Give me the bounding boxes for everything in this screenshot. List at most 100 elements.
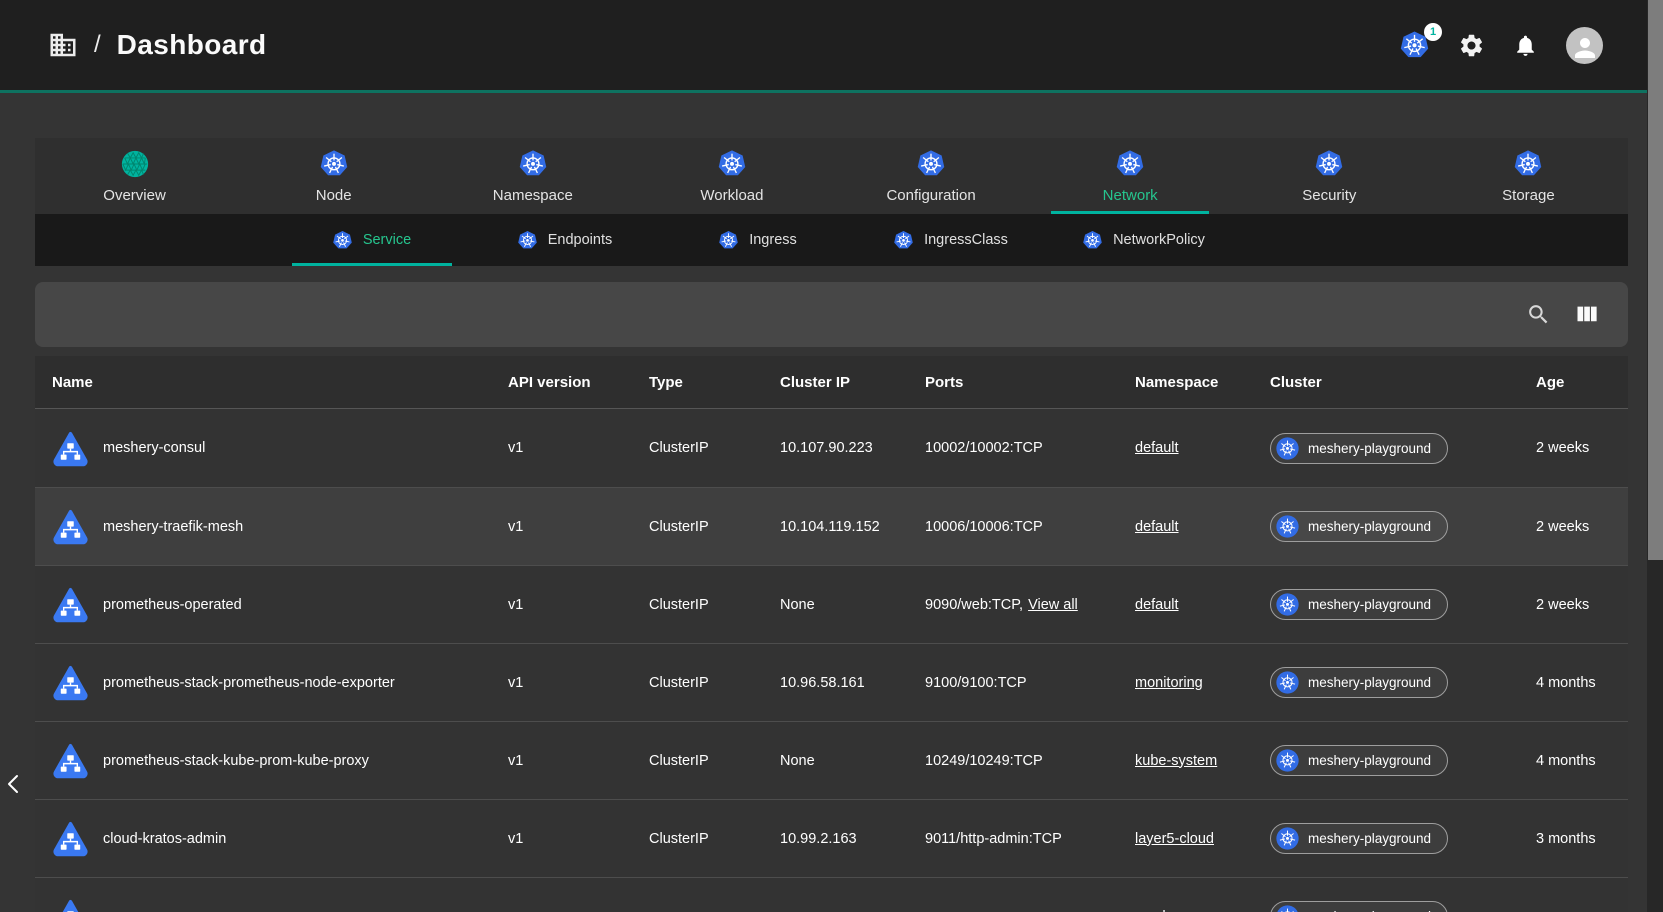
building-icon[interactable] [48,30,78,60]
chevron-left-icon [3,772,23,796]
cluster-chip[interactable]: meshery-playground [1270,433,1448,464]
cluster-chip[interactable]: meshery-playground [1270,901,1448,912]
cluster-name: meshery-playground [1308,831,1431,846]
service-name: prometheus-stack-prometheus-node-exporte… [103,675,395,691]
subtab-networkpolicy[interactable]: NetworkPolicy [1047,214,1240,266]
cell-ports: 10002/10002:TCP [925,440,1135,456]
cell-cluster: meshery-playground [1270,589,1536,620]
breadcrumb: / Dashboard [48,29,267,61]
namespace-link[interactable]: default [1135,440,1179,456]
service-icon [52,898,89,912]
column-header-name[interactable]: Name [35,374,508,391]
tab-namespace[interactable]: Namespace [433,138,632,214]
vertical-scrollbar [1647,0,1663,912]
column-header-type[interactable]: Type [649,374,780,391]
namespace-link[interactable]: monitoring [1135,675,1203,691]
namespace-link[interactable]: meshery [1135,909,1191,912]
kubernetes-icon [518,149,548,179]
table-row[interactable]: prometheus-stack-kube-prom-kube-proxy v1… [35,721,1628,799]
tab-network[interactable]: Network [1031,138,1230,214]
subtab-label: Endpoints [548,232,613,248]
kubernetes-context-button[interactable]: 1 [1399,30,1430,61]
cell-cluster-ip: 10.99.2.163 [780,831,925,847]
cell-cluster: meshery-playground [1270,745,1536,776]
service-icon [52,586,89,623]
namespace-link[interactable]: layer5-cloud [1135,831,1214,847]
network-subtabs: Service Endpoints Ingress IngressClass N… [35,214,1628,266]
cell-cluster: meshery-playground [1270,901,1536,912]
ports-value: 9011/http-admin:TCP [925,831,1062,847]
cluster-chip[interactable]: meshery-playground [1270,667,1448,698]
column-header-cluster-ip[interactable]: Cluster IP [780,374,925,391]
ports-value: 10249/10249:TCP [925,753,1043,769]
cell-age: 2 weeks [1536,440,1628,456]
cell-type: ClusterIP [649,597,780,613]
resource-tabs-card: Overview Node Namespace Workload Configu… [35,138,1628,266]
column-header-age[interactable]: Age [1536,374,1628,391]
column-header-api-version[interactable]: API version [508,374,649,391]
table-row[interactable]: meshery-traefik-mesh v1 ClusterIP 10.104… [35,487,1628,565]
table-row[interactable]: prometheus-stack-prometheus-node-exporte… [35,643,1628,721]
cluster-chip[interactable]: meshery-playground [1270,823,1448,854]
breadcrumb-separator: / [94,31,101,59]
tab-overview[interactable]: Overview [35,138,234,214]
column-header-cluster[interactable]: Cluster [1270,374,1536,391]
tab-workload[interactable]: Workload [632,138,831,214]
column-header-namespace[interactable]: Namespace [1135,374,1270,391]
service-name: prometheus-operated [103,597,242,613]
scrollbar-thumb[interactable] [1648,0,1663,560]
notifications-button[interactable] [1513,33,1538,58]
subtab-label: Service [363,232,411,248]
tab-security[interactable]: Security [1230,138,1429,214]
table-header-row: Name API version Type Cluster IP Ports N… [35,356,1628,409]
kubernetes-icon [1276,515,1299,538]
cluster-chip[interactable]: meshery-playground [1270,589,1448,620]
namespace-link[interactable]: default [1135,519,1179,535]
cluster-chip[interactable]: meshery-playground [1270,511,1448,542]
ports-value: 10002/10002:TCP [925,440,1043,456]
table-row[interactable]: meshery-consul v1 ClusterIP 10.107.90.22… [35,409,1628,487]
kubernetes-icon [1276,671,1299,694]
column-view-button[interactable] [1573,301,1600,328]
cell-ports: 9011/http-admin:TCP [925,831,1135,847]
settings-gear-icon [1458,32,1485,59]
table-row[interactable]: meshery meshery-playground [35,877,1628,912]
cell-ports: 10249/10249:TCP [925,753,1135,769]
tab-storage[interactable]: Storage [1429,138,1628,214]
settings-button[interactable] [1458,32,1485,59]
kubernetes-icon [1276,905,1299,912]
cell-cluster-ip: 10.104.119.152 [780,519,925,535]
user-avatar-button[interactable] [1566,27,1603,64]
namespace-link[interactable]: default [1135,597,1179,613]
cell-namespace: default [1135,597,1270,613]
notifications-bell-icon [1513,33,1538,58]
cell-type: ClusterIP [649,440,780,456]
subtab-endpoints[interactable]: Endpoints [468,214,661,266]
subtab-label: NetworkPolicy [1113,232,1205,248]
subtab-ingress[interactable]: Ingress [661,214,854,266]
subtab-label: IngressClass [924,232,1008,248]
tab-configuration[interactable]: Configuration [832,138,1031,214]
kubernetes-icon [1276,593,1299,616]
tab-label: Network [1103,187,1158,204]
cell-age: 2 weeks [1536,519,1628,535]
subtab-ingressclass[interactable]: IngressClass [854,214,1047,266]
kubernetes-icon [1276,827,1299,850]
table-row[interactable]: prometheus-operated v1 ClusterIP None 90… [35,565,1628,643]
cell-name [35,898,508,912]
service-icon [52,820,89,857]
drawer-collapse-button[interactable] [1,770,25,801]
page-title: Dashboard [117,29,267,61]
cell-ports: 9090/web:TCP,View all [925,597,1135,613]
kubernetes-icon [1082,230,1103,251]
service-icon [52,508,89,545]
tab-node[interactable]: Node [234,138,433,214]
namespace-link[interactable]: kube-system [1135,753,1217,769]
view-all-ports-link[interactable]: View all [1028,597,1078,613]
cell-name: meshery-traefik-mesh [35,508,508,545]
search-button[interactable] [1526,302,1551,327]
column-header-ports[interactable]: Ports [925,374,1135,391]
cluster-chip[interactable]: meshery-playground [1270,745,1448,776]
table-row[interactable]: cloud-kratos-admin v1 ClusterIP 10.99.2.… [35,799,1628,877]
subtab-service[interactable]: Service [275,214,468,266]
